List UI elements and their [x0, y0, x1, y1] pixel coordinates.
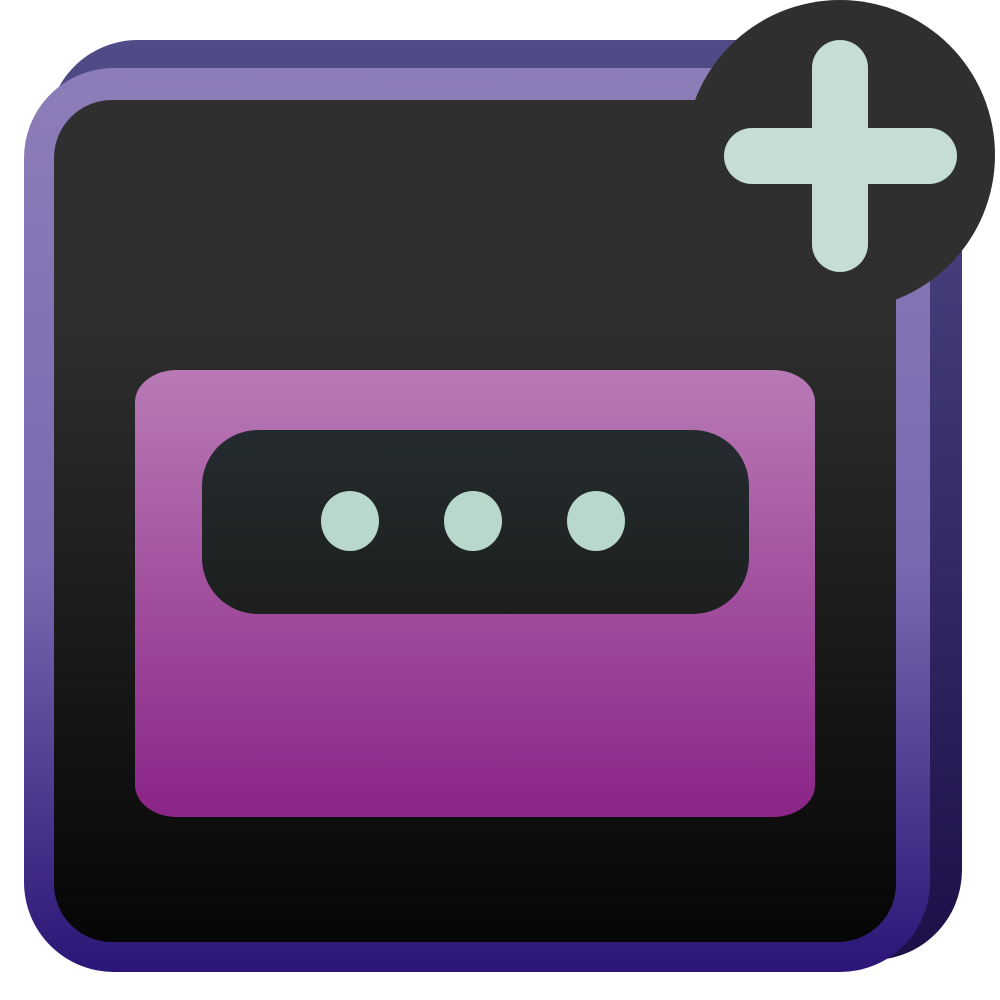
app-icon-graphic [24, 0, 995, 972]
mask-dot [567, 491, 625, 551]
mask-dot [321, 491, 379, 551]
mask-dot [444, 491, 502, 551]
masked-dots [321, 491, 625, 551]
add-password-field-app-icon [0, 0, 1000, 1000]
password-field-icon [202, 430, 749, 614]
plus-badge [685, 0, 995, 310]
